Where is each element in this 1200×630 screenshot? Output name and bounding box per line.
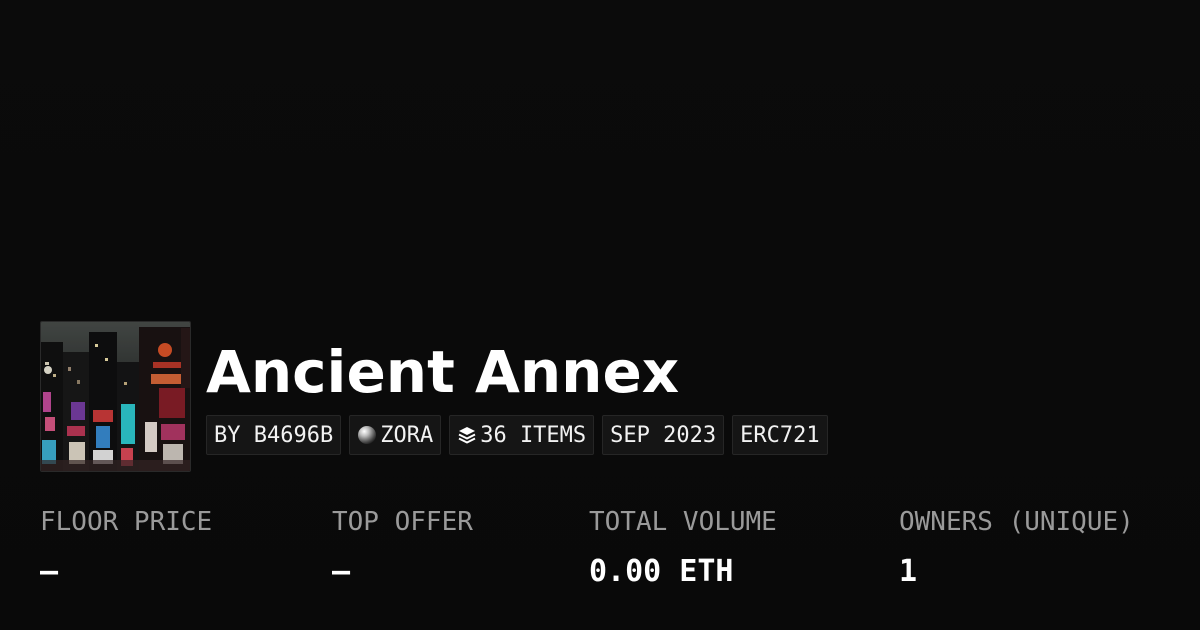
- collection-thumbnail: [40, 321, 191, 472]
- standard-tag: ERC721: [732, 415, 828, 455]
- layers-icon: [457, 425, 477, 445]
- creator-tag[interactable]: BY B4696B: [206, 415, 342, 455]
- stat-owners: OWNERS (UNIQUE) 1: [899, 504, 1134, 590]
- collection-tags: BY B4696B ZORA 36 ITEMS SEP 2023 ERC721: [206, 415, 828, 455]
- city-night-image: [41, 322, 190, 471]
- network-tag-label: ZORA: [380, 422, 434, 448]
- collection-card: Ancient Annex BY B4696B ZORA 36 ITEMS SE…: [0, 0, 1200, 630]
- total-volume-value: 0.00 ETH: [589, 554, 734, 589]
- stat-floor-price: FLOOR PRICE –: [40, 504, 212, 590]
- owners-value: 1: [899, 554, 918, 589]
- network-tag[interactable]: ZORA: [349, 415, 442, 455]
- standard-tag-label: ERC721: [740, 422, 820, 448]
- floor-price-value: –: [40, 554, 59, 589]
- date-tag-label: SEP 2023: [610, 422, 717, 448]
- creator-tag-label: BY B4696B: [214, 422, 334, 448]
- items-tag-label: 36 ITEMS: [480, 422, 587, 448]
- total-volume-label: TOTAL VOLUME: [589, 507, 777, 537]
- collection-title: Ancient Annex: [206, 338, 680, 406]
- top-offer-value: –: [332, 554, 351, 589]
- items-tag[interactable]: 36 ITEMS: [449, 415, 595, 455]
- date-tag: SEP 2023: [602, 415, 725, 455]
- zora-orb-icon: [357, 425, 377, 445]
- owners-label: OWNERS (UNIQUE): [899, 507, 1134, 537]
- floor-price-label: FLOOR PRICE: [40, 507, 213, 537]
- top-offer-label: TOP OFFER: [332, 507, 473, 537]
- stat-top-offer: TOP OFFER –: [332, 504, 473, 590]
- stat-total-volume: TOTAL VOLUME 0.00 ETH: [589, 504, 777, 590]
